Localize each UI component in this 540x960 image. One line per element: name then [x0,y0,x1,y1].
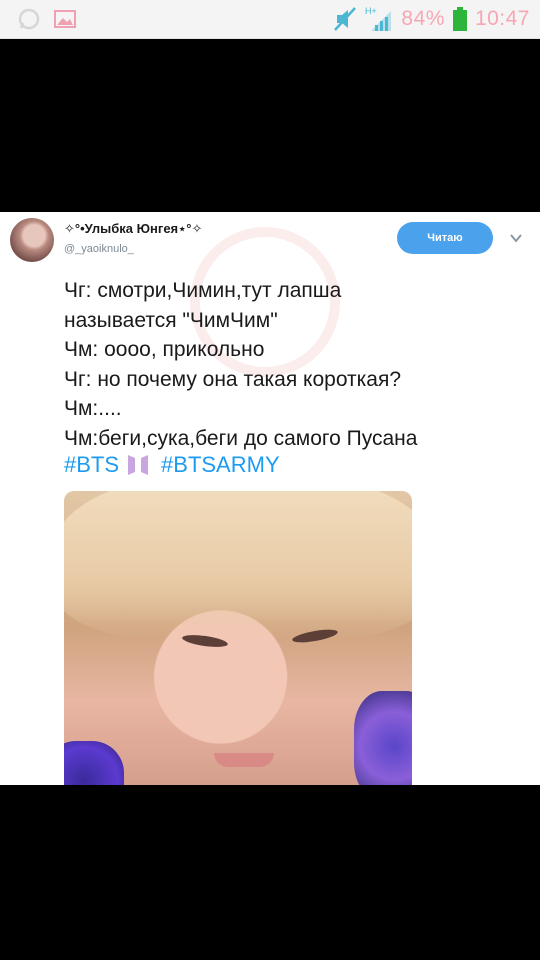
mute-icon [334,7,357,31]
tweet-line: Чм:беги,сука,беги до самого Пусана [64,426,418,450]
hashtag-btsarmy[interactable]: #BTSARMY [161,452,280,478]
tweet-line: называется "ЧимЧим" [64,308,278,332]
battery-percent: 84% [401,7,445,30]
signal-icon: H+ [365,6,392,31]
hashtags: #BTS #BTSARMY [64,452,280,478]
tweet-line: Чг: но почему она такая короткая? [64,367,402,391]
clock: 10:47 [474,7,530,30]
user-handle[interactable]: @_yaoiknulo_ [64,243,134,255]
network-type: H+ [365,6,377,16]
tweet-line: Чм: оооо, прикольно [64,338,265,361]
tweet-card: ✧°•Улыбка Юнгея⋆°✧ @_yaoiknulo_ Читаю Чг… [0,212,540,785]
status-bar: H+ 84% 10:47 [0,0,540,39]
follow-button[interactable]: Читаю [397,222,493,254]
tweet-line: Чм:.... [64,397,122,420]
tweet-line: Чг: смотри,Чимин,тут лапша [64,279,342,302]
gallery-icon [54,10,76,28]
hashtag-bts[interactable]: #BTS [64,452,119,478]
whatsapp-icon [18,8,40,30]
bts-logo-icon [128,455,149,475]
avatar[interactable] [10,218,54,262]
tweet-photo[interactable] [64,491,412,785]
tweet-text: Чг: смотри,Чимин,тут лапша называется "Ч… [64,276,524,453]
battery-icon [452,7,467,31]
chevron-down-icon[interactable] [508,230,524,246]
display-name[interactable]: ✧°•Улыбка Юнгея⋆°✧ [64,221,202,237]
